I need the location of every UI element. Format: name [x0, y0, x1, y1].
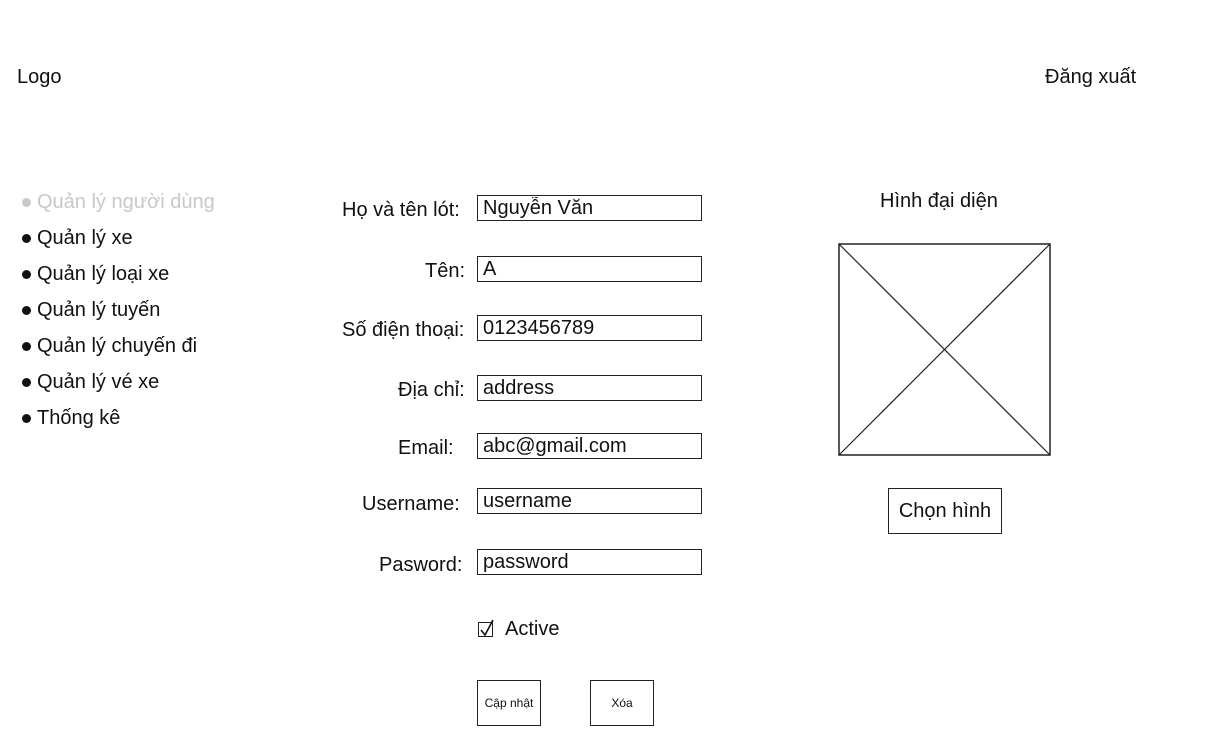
logo: Logo — [17, 66, 62, 88]
sidebar-item-vehicles[interactable]: Quản lý xe — [22, 220, 215, 256]
sidebar-item-label: Quản lý vé xe — [37, 371, 160, 393]
password-input[interactable] — [477, 549, 702, 575]
bullet-icon — [22, 377, 31, 387]
phone-label: Số điện thoại: — [342, 319, 465, 341]
sidebar-item-label: Quản lý người dùng — [37, 191, 215, 213]
sidebar-item-label: Quản lý loại xe — [37, 263, 170, 285]
email-input[interactable] — [477, 433, 702, 459]
sidebar-item-vehicle-types[interactable]: Quản lý loại xe — [22, 256, 215, 292]
sidebar-item-users[interactable]: Quản lý người dùng — [22, 184, 215, 220]
address-input[interactable] — [477, 375, 702, 401]
name-label: Tên: — [425, 260, 466, 282]
bullet-icon — [22, 413, 31, 423]
name-input[interactable] — [477, 256, 702, 282]
bullet-icon — [22, 341, 31, 351]
avatar-title: Hình đại diện — [880, 190, 998, 212]
fullname-label: Họ và tên lót: — [342, 199, 460, 221]
bullet-icon — [22, 305, 31, 315]
email-label: Email: — [398, 437, 454, 459]
sidebar-item-label: Quản lý tuyến — [37, 299, 161, 321]
active-checkbox[interactable] — [478, 619, 494, 637]
avatar-placeholder-image — [838, 243, 1051, 456]
password-label: Pasword: — [379, 554, 463, 576]
active-label: Active — [505, 618, 560, 640]
sidebar-item-routes[interactable]: Quản lý tuyến — [22, 292, 215, 328]
sidebar-item-label: Quản lý chuyến đi — [37, 335, 198, 357]
sidebar-item-tickets[interactable]: Quản lý vé xe — [22, 364, 215, 400]
address-label: Địa chỉ: — [398, 379, 465, 401]
sidebar-item-statistics[interactable]: Thống kê — [22, 400, 215, 436]
delete-button[interactable]: Xóa — [590, 680, 654, 726]
active-checkbox-row[interactable]: Active — [478, 618, 559, 641]
bullet-icon — [22, 233, 31, 243]
bullet-icon — [22, 269, 31, 279]
logout-link[interactable]: Đăng xuất — [1045, 66, 1136, 89]
choose-image-button[interactable]: Chọn hình — [888, 488, 1002, 534]
sidebar-item-label: Quản lý xe — [37, 227, 133, 249]
checkmark-icon — [480, 619, 494, 637]
sidebar-nav: Quản lý người dùng Quản lý xe Quản lý lo… — [22, 184, 215, 436]
sidebar-item-trips[interactable]: Quản lý chuyến đi — [22, 328, 215, 364]
bullet-icon — [22, 197, 31, 207]
fullname-input[interactable] — [477, 195, 702, 221]
username-input[interactable] — [477, 488, 702, 514]
phone-input[interactable] — [477, 315, 702, 341]
username-label: Username: — [362, 493, 460, 515]
update-button[interactable]: Cập nhật — [477, 680, 541, 726]
sidebar-item-label: Thống kê — [37, 407, 121, 429]
